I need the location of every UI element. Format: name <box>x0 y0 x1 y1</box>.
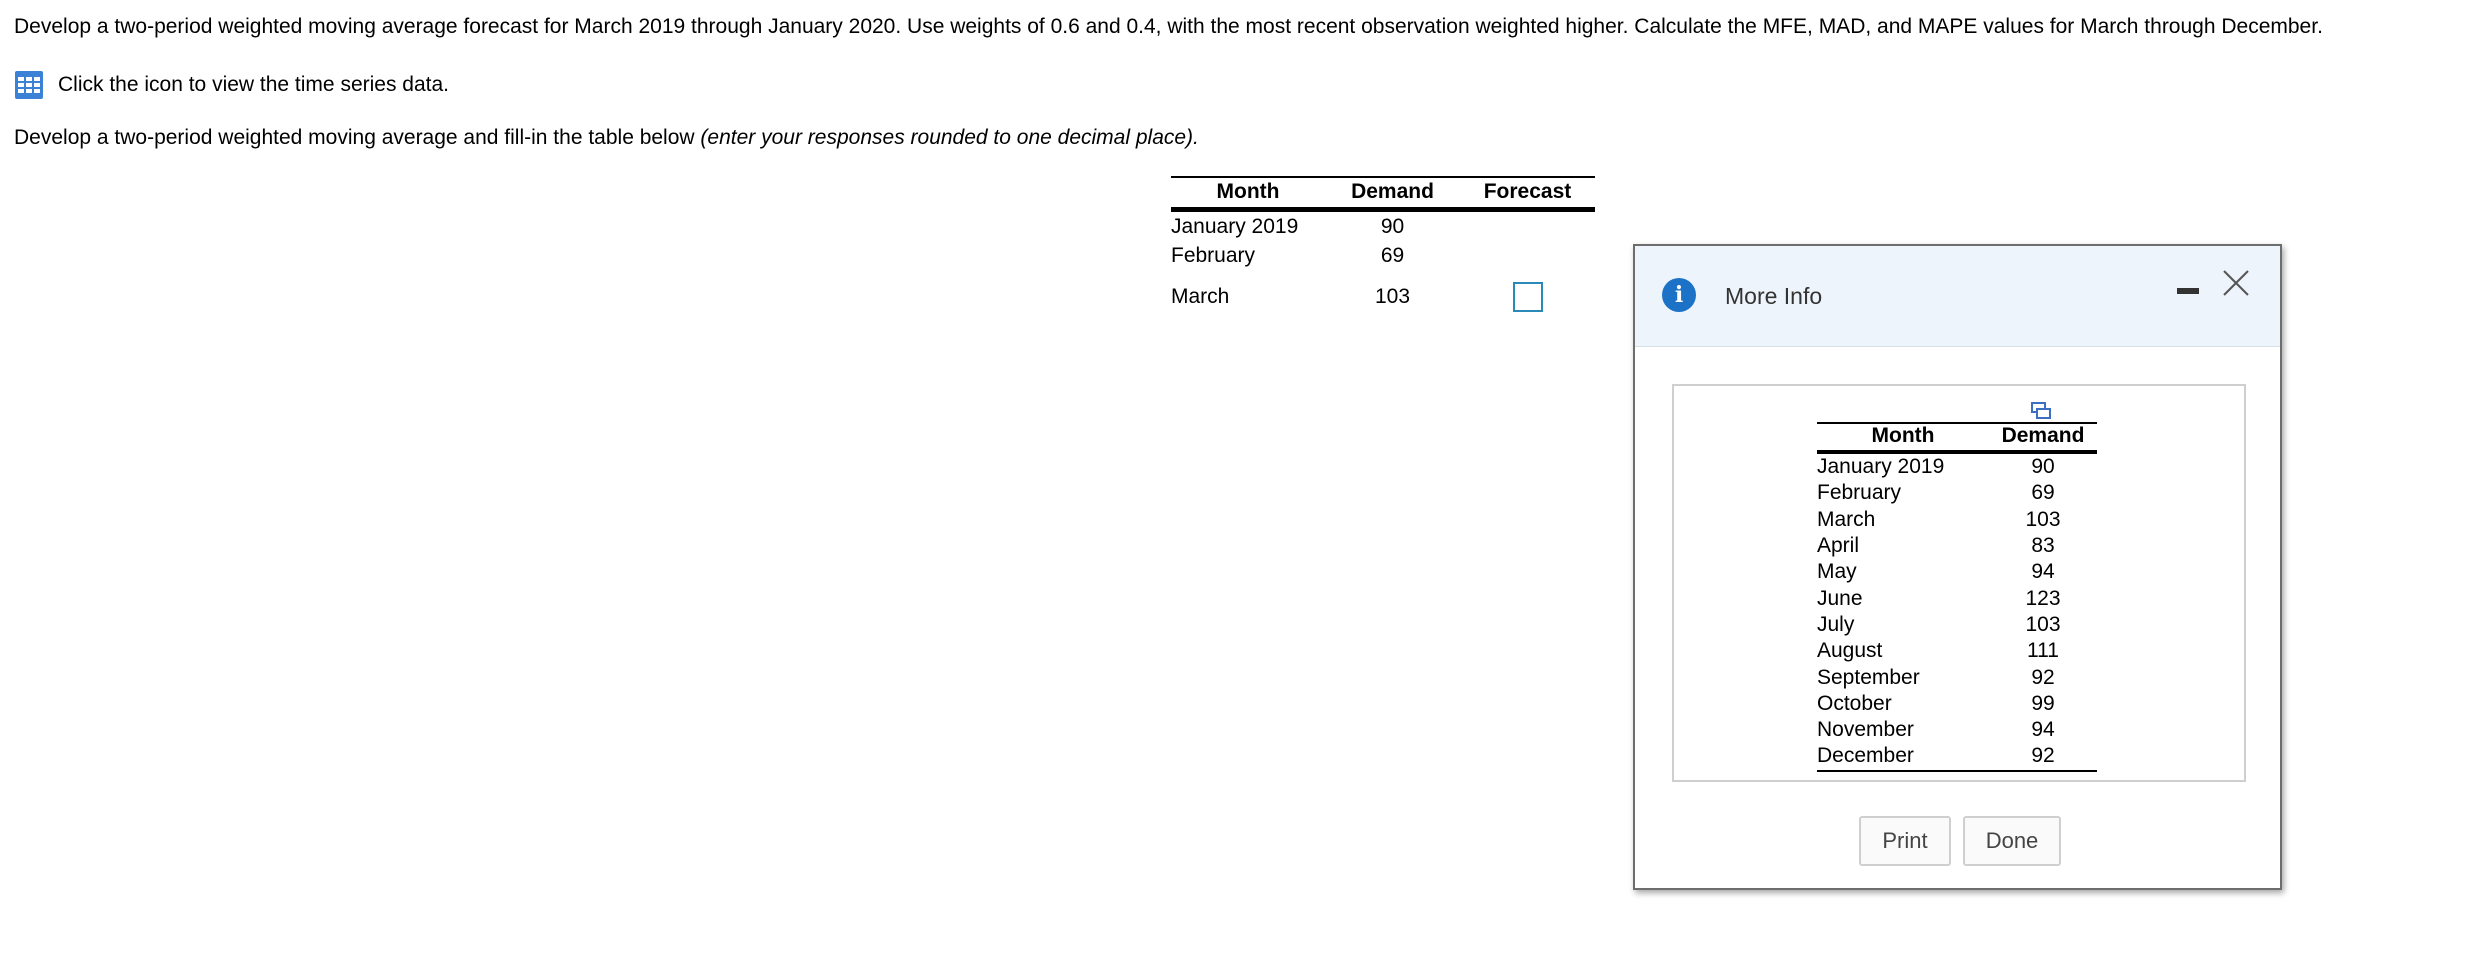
month-cell: April <box>1817 534 1860 558</box>
data-box: Month Demand January 2019 90 February 69 M… <box>1672 384 2246 782</box>
month-cell: November <box>1817 718 1914 742</box>
instruction-note: (enter your responses rounded to one dec… <box>700 126 1199 149</box>
dialog-header: i More Info <box>1635 246 2280 347</box>
demand-cell: 103 <box>2025 507 2061 531</box>
info-icon: i <box>1662 278 1696 312</box>
month-cell: March <box>1817 507 1876 531</box>
table-grid-icon[interactable] <box>14 70 44 100</box>
month-cell: September <box>1817 665 1920 689</box>
forecast-cell <box>1460 241 1595 270</box>
march-forecast-input[interactable] <box>1512 282 1543 312</box>
problem-text: Develop a two-period weighted moving ave… <box>14 15 2323 38</box>
demand-cell: 92 <box>2031 665 2055 689</box>
table-row: August 111 <box>1817 638 2097 664</box>
print-button[interactable]: Print <box>1859 816 1951 866</box>
demand-cell: 69 <box>2031 481 2055 505</box>
table-row: June 123 <box>1817 585 2097 611</box>
header-month: Month <box>1817 422 1989 454</box>
forecast-table: Month Demand Forecast January 2019 90 Fe… <box>1171 176 1595 312</box>
demand-cell: 94 <box>2031 718 2055 742</box>
demand-cell: 103 <box>2025 612 2061 636</box>
header-month: Month <box>1171 176 1325 212</box>
forecast-cell <box>1460 210 1595 242</box>
header-demand: Demand <box>1325 176 1460 212</box>
month-cell: March <box>1171 285 1230 308</box>
table-row: April 83 <box>1817 533 2097 559</box>
demand-cell: 69 <box>1380 243 1405 267</box>
demand-cell: 83 <box>2031 534 2055 558</box>
table-row: March 103 <box>1171 270 1595 312</box>
month-cell: June <box>1817 586 1863 610</box>
data-link-text[interactable]: Click the icon to view the time series d… <box>58 73 449 97</box>
table-row: January 2019 90 <box>1817 452 2097 480</box>
table-row: March 103 <box>1817 507 2097 533</box>
month-cell: January 2019 <box>1817 455 1945 479</box>
demand-cell: 90 <box>1380 214 1405 238</box>
dialog-title: More Info <box>1725 283 1823 309</box>
month-cell: January 2019 <box>1171 214 1299 238</box>
table-row: November 94 <box>1817 717 2097 743</box>
copy-icon[interactable] <box>2030 400 2052 420</box>
header-forecast: Forecast <box>1460 176 1595 212</box>
header-demand: Demand <box>1989 422 2097 454</box>
month-cell: October <box>1817 691 1892 715</box>
table-row: October 99 <box>1817 691 2097 717</box>
time-series-table: Month Demand January 2019 90 February 69 M… <box>1817 422 2097 772</box>
close-icon[interactable] <box>2219 266 2253 300</box>
month-cell: February <box>1817 481 1902 505</box>
table-row: February 69 <box>1171 241 1595 270</box>
demand-cell: 92 <box>1989 743 2097 772</box>
demand-cell: 94 <box>2031 560 2055 584</box>
forecast-table-header: Month Demand Forecast <box>1171 176 1595 212</box>
demand-cell: 103 <box>1374 285 1411 308</box>
table-row: July 103 <box>1817 612 2097 638</box>
month-cell: December <box>1817 743 1989 772</box>
demand-cell: 90 <box>2031 455 2055 479</box>
month-cell: July <box>1817 612 1855 636</box>
time-series-data-link[interactable]: Click the icon to view the time series d… <box>14 70 449 100</box>
minimize-icon[interactable] <box>2177 288 2199 294</box>
table-row: May 94 <box>1817 559 2097 585</box>
table-row: September 92 <box>1817 664 2097 690</box>
table-row: December 92 <box>1817 743 2097 772</box>
demand-cell: 123 <box>2025 586 2061 610</box>
table-row: February 69 <box>1817 480 2097 506</box>
month-cell: February <box>1171 243 1256 267</box>
demand-cell: 99 <box>2031 691 2055 715</box>
instruction-main: Develop a two-period weighted moving ave… <box>14 126 701 149</box>
month-cell: August <box>1817 639 1883 663</box>
instruction-text: Develop a two-period weighted moving ave… <box>14 126 1199 150</box>
table-row: January 2019 90 <box>1171 210 1595 242</box>
done-button[interactable]: Done <box>1963 816 2061 866</box>
more-info-dialog: i More Info Month Demand January 2019 90 … <box>1633 244 2282 890</box>
month-cell: May <box>1817 560 1857 584</box>
forecast-cell <box>1460 270 1595 312</box>
time-series-header: Month Demand <box>1817 422 2097 454</box>
demand-cell: 111 <box>2027 639 2059 663</box>
